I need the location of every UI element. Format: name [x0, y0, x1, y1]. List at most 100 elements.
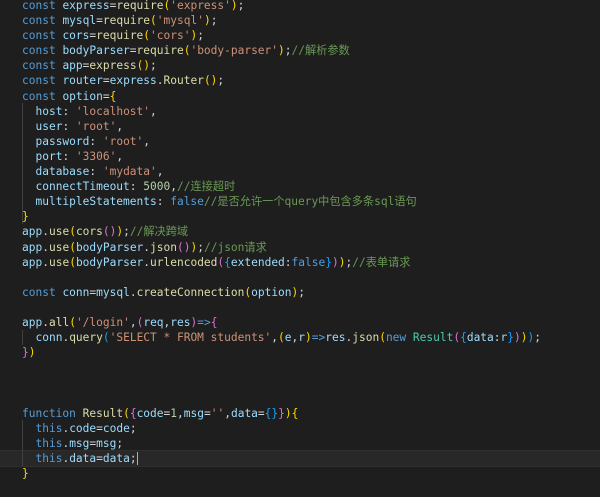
- code-line[interactable]: const cors=require('cors');: [22, 28, 600, 43]
- code-token: const: [22, 29, 56, 43]
- code-token: :: [62, 119, 76, 133]
- code-token: res: [170, 315, 191, 329]
- code-token: 'mydata': [102, 165, 157, 179]
- code-token: cors: [62, 29, 90, 43]
- code-line[interactable]: }: [22, 466, 600, 481]
- code-line[interactable]: [22, 300, 600, 315]
- code-line[interactable]: }: [22, 209, 600, 224]
- code-token: ;: [284, 44, 292, 58]
- code-line[interactable]: conn.query('SELECT * FROM students',(e,r…: [22, 330, 600, 345]
- code-token: ;: [534, 331, 542, 345]
- code-editor[interactable]: const express=require('express'); const m…: [0, 0, 600, 497]
- code-token: ): [230, 0, 238, 12]
- code-line[interactable]: this.msg=msg;: [22, 436, 600, 451]
- code-line[interactable]: const express=require('express');: [22, 0, 600, 13]
- code-token: option: [251, 285, 292, 299]
- code-token: req: [143, 315, 164, 329]
- code-token: require: [96, 29, 144, 43]
- code-line[interactable]: app.use(bodyParser.json());//json请求: [22, 240, 600, 255]
- code-token: use: [48, 225, 70, 239]
- code-area[interactable]: const express=require('express'); const m…: [0, 0, 600, 481]
- code-token: false: [170, 195, 204, 209]
- code-line[interactable]: const conn=mysql.createConnection(option…: [22, 285, 600, 300]
- code-line[interactable]: [22, 360, 600, 375]
- code-line[interactable]: [22, 375, 600, 390]
- code-token: option: [62, 89, 103, 103]
- code-token: data: [230, 406, 258, 420]
- code-token: app: [22, 255, 43, 269]
- code-token: express: [62, 0, 110, 12]
- code-line[interactable]: port: '3306',: [22, 149, 600, 164]
- code-token: 'SELECT * FROM students': [109, 331, 272, 345]
- code-token: require: [116, 0, 164, 12]
- code-token: =: [203, 406, 211, 420]
- code-token: '/login': [75, 315, 130, 329]
- code-token: host: [35, 104, 63, 118]
- code-line[interactable]: function Result({code=1,msg='',data={}})…: [22, 406, 600, 421]
- code-line[interactable]: const bodyParser=require('body-parser');…: [22, 43, 600, 58]
- code-token: =>: [311, 331, 326, 345]
- code-line[interactable]: const mysql=require('mysql');: [22, 13, 600, 28]
- code-line[interactable]: this.data=data;: [0, 449, 600, 467]
- code-line[interactable]: this.code=code;: [22, 421, 600, 436]
- code-token: //表单请求: [352, 255, 411, 269]
- code-token: Result: [82, 406, 124, 420]
- code-token: ,: [150, 104, 157, 118]
- code-token: ;: [298, 285, 306, 299]
- code-token: .: [42, 315, 49, 329]
- code-line[interactable]: password: 'root',: [22, 134, 600, 149]
- code-token: ,: [170, 180, 177, 194]
- code-token: =: [96, 14, 103, 28]
- code-line[interactable]: app.use(bodyParser.urlencoded({extended:…: [22, 255, 600, 270]
- code-token: (: [69, 315, 76, 329]
- code-token: ,: [224, 406, 231, 420]
- code-token: Result: [412, 331, 454, 345]
- code-token: (: [150, 14, 157, 28]
- code-token: :: [62, 149, 76, 163]
- code-token: new: [385, 331, 407, 345]
- code-token: createConnection: [136, 285, 245, 299]
- code-token: {: [460, 331, 467, 345]
- code-token: router: [62, 74, 103, 88]
- code-token: {: [210, 315, 218, 329]
- code-token: (: [69, 225, 76, 239]
- code-token: :: [493, 331, 501, 345]
- code-line[interactable]: const router=express.Router();: [22, 73, 600, 88]
- code-line[interactable]: [22, 270, 600, 285]
- code-token: ): [284, 406, 292, 420]
- code-token: :: [129, 180, 144, 194]
- code-token: .: [42, 240, 49, 254]
- code-token: ): [514, 331, 521, 345]
- code-line[interactable]: }): [22, 345, 600, 360]
- code-token: const: [22, 0, 56, 12]
- code-line[interactable]: connectTimeout: 5000,//连接超时: [22, 179, 600, 194]
- code-line[interactable]: database: 'mydata',: [22, 164, 600, 179]
- code-token: msg: [96, 436, 117, 450]
- code-token: =: [102, 89, 110, 103]
- code-line[interactable]: host: 'localhost',: [22, 104, 600, 119]
- code-token: {: [224, 255, 231, 269]
- code-token: '3306': [75, 149, 117, 163]
- code-token: mysql: [62, 14, 97, 28]
- code-token: 'localhost': [75, 104, 151, 118]
- code-line[interactable]: app.use(cors());//解决跨域: [22, 224, 600, 239]
- code-token: '': [210, 406, 225, 420]
- code-token: bodyParser: [75, 255, 144, 269]
- code-token: :: [62, 104, 76, 118]
- code-token: use: [48, 255, 70, 269]
- code-line[interactable]: const app=express();: [22, 58, 600, 73]
- code-token: 'body-parser': [190, 44, 279, 58]
- code-token: require: [102, 14, 151, 28]
- code-line[interactable]: app.all('/login',(req,res)=>{: [22, 315, 600, 330]
- code-token: code: [136, 406, 164, 420]
- code-line[interactable]: const option={: [22, 89, 600, 104]
- code-token: e: [284, 331, 292, 345]
- code-token: ): [520, 331, 528, 345]
- code-line[interactable]: user: 'root',: [22, 119, 600, 134]
- code-token: connectTimeout: [35, 180, 130, 194]
- code-line[interactable]: multipleStatements: false//是否允许一个query中包…: [22, 194, 600, 209]
- code-line[interactable]: [22, 390, 600, 405]
